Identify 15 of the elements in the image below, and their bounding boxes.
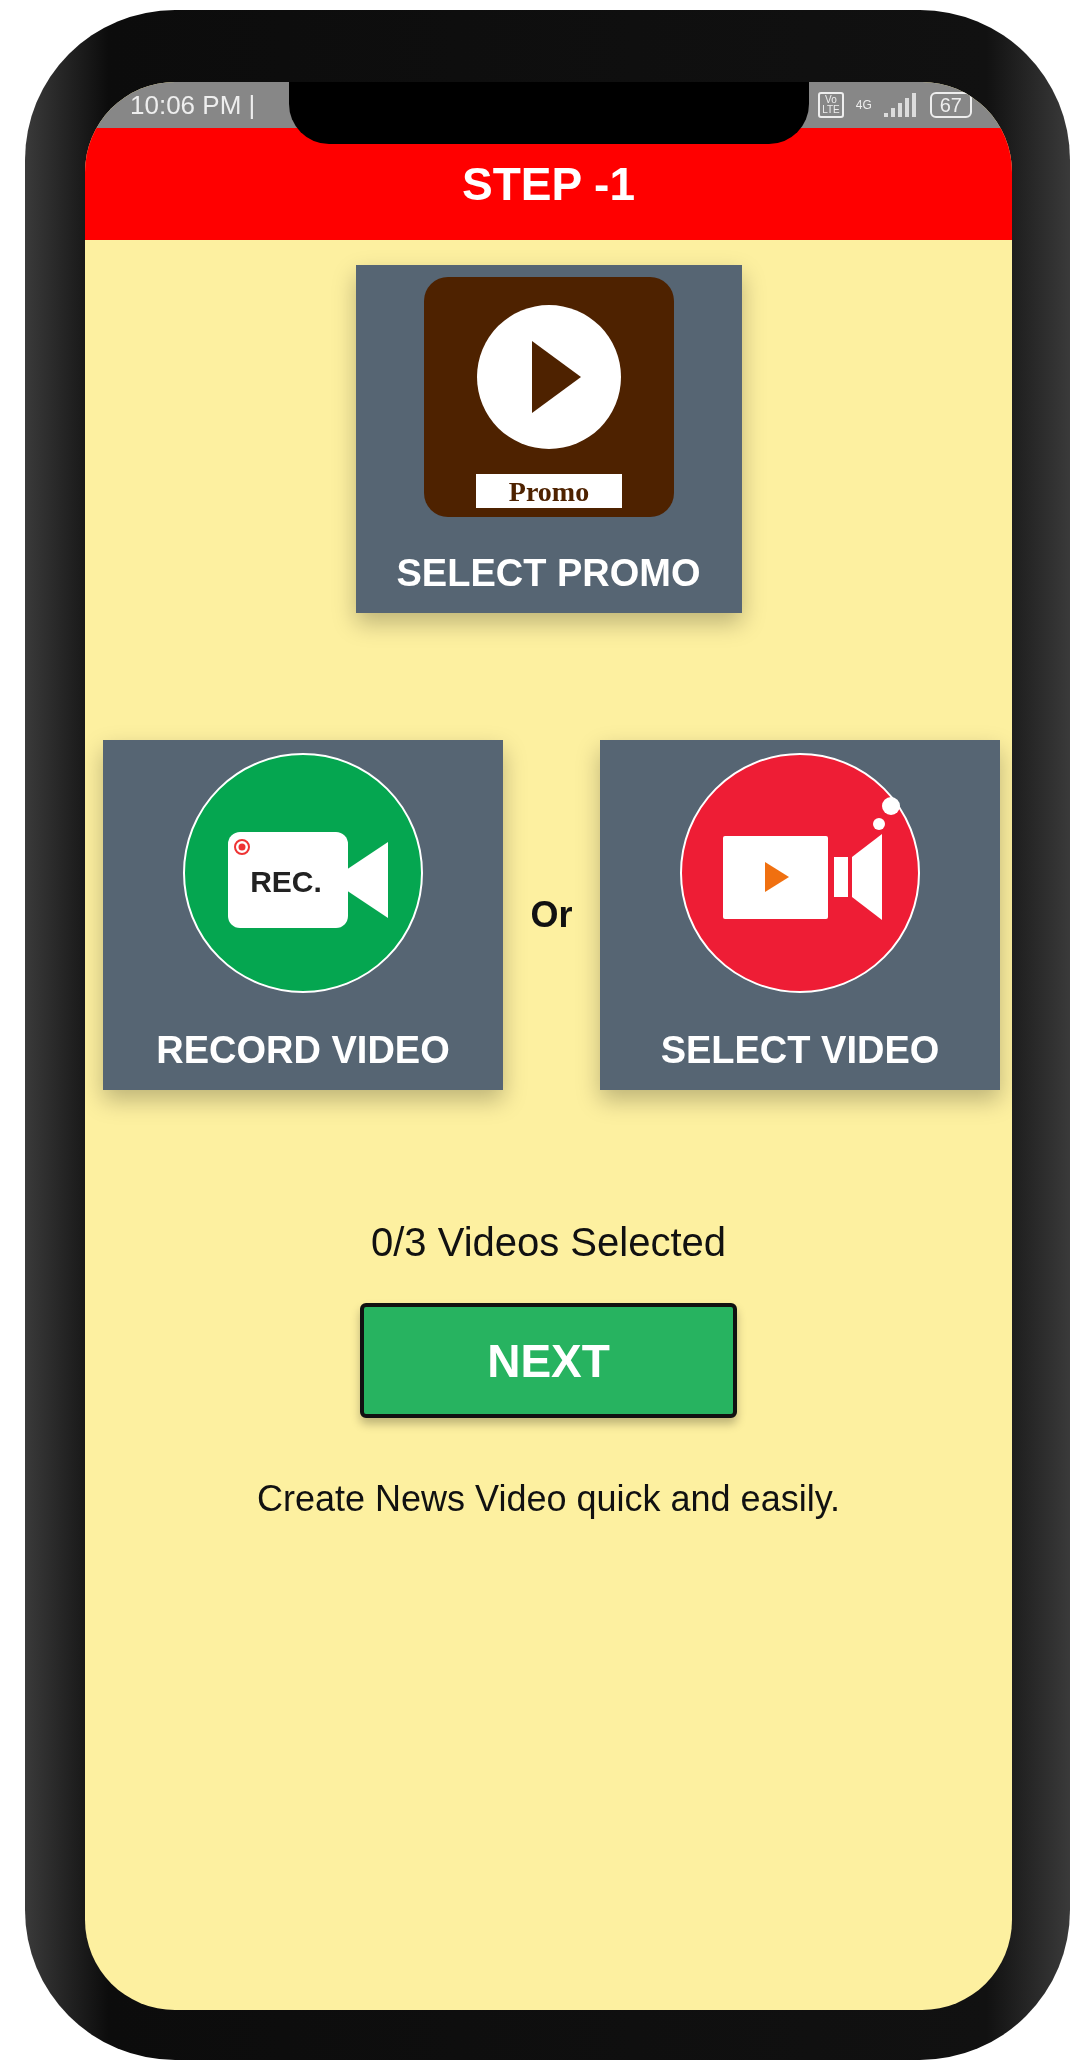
video-camera-icon: REC. bbox=[182, 752, 424, 994]
battery-indicator: 67 bbox=[929, 92, 972, 118]
select-video-button[interactable]: SELECT VIDEO bbox=[600, 740, 1000, 1090]
step-title: STEP -1 bbox=[462, 157, 635, 211]
promo-play-icon: Promo bbox=[423, 277, 674, 517]
or-separator: Or bbox=[530, 894, 573, 936]
videos-selected-count: 0/3 Videos Selected bbox=[369, 1220, 728, 1265]
network-label: 4G bbox=[855, 98, 872, 112]
status-time: 10:06 PM | bbox=[130, 89, 256, 121]
caption-text: Create News Video quick and easily. bbox=[256, 1478, 841, 1520]
select-promo-button[interactable]: Promo SELECT PROMO bbox=[355, 265, 742, 613]
signal-icon bbox=[883, 93, 918, 117]
record-video-button[interactable]: REC. RECORD VIDEO bbox=[103, 740, 503, 1090]
volte-icon: Vo LTE bbox=[818, 92, 844, 118]
video-camera-icon bbox=[679, 752, 921, 994]
